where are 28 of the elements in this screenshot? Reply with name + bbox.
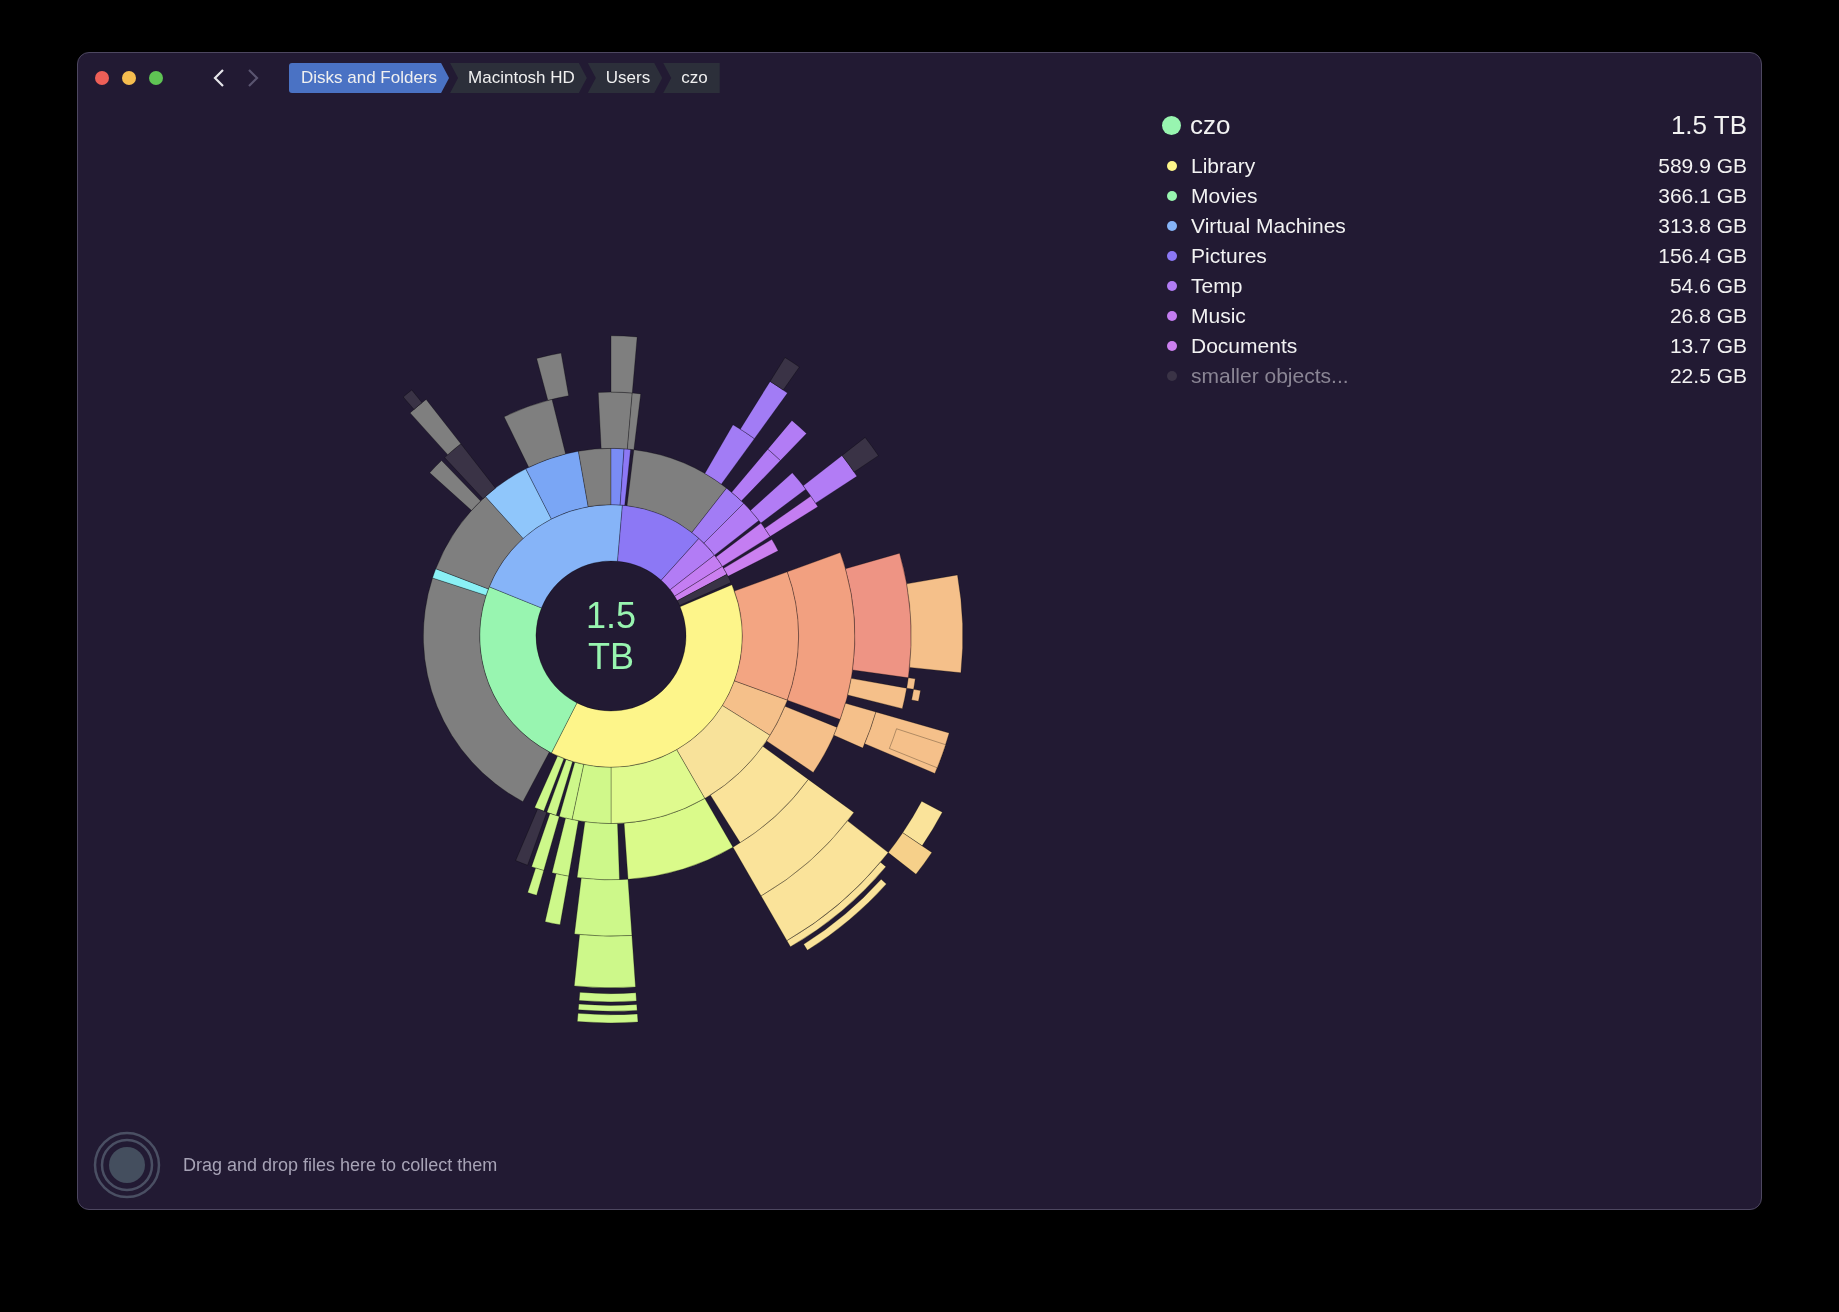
legend-item-name[interactable]: Pictures	[1191, 244, 1659, 268]
legend-item-name[interactable]: Temp	[1191, 274, 1670, 298]
zoom-button[interactable]	[149, 71, 163, 85]
legend-item-size: 54.6 GB	[1669, 274, 1747, 298]
legend-item-name[interactable]: Documents	[1191, 334, 1670, 358]
legend-item-name[interactable]: Virtual Machines	[1191, 214, 1659, 238]
folder-name: czo	[1190, 109, 1232, 141]
legend-item-name[interactable]: smaller objects...	[1191, 364, 1670, 388]
legend-item-size: 156.4 GB	[1658, 244, 1747, 268]
legend-item-size: 589.9 GB	[1658, 154, 1747, 178]
minimize-button[interactable]	[122, 71, 136, 85]
legend-item-name[interactable]: Movies	[1191, 184, 1659, 208]
close-button[interactable]	[95, 71, 109, 85]
folder-size: 1.5 TB	[1670, 109, 1747, 141]
legend-item-name[interactable]: Library	[1191, 154, 1659, 178]
legend-item-size: 13.7 GB	[1669, 334, 1747, 358]
legend-item-size: 26.8 GB	[1669, 304, 1747, 328]
legend-item-size: 22.5 GB	[1669, 364, 1747, 388]
breadcrumb-item[interactable]: Macintosh HD	[450, 63, 587, 93]
drop-hint: Drag and drop files here to collect them	[183, 1154, 498, 1176]
total-size-label: 1.5 TB	[584, 595, 637, 677]
legend-item-name[interactable]: Music	[1191, 304, 1670, 328]
legend-item-size: 366.1 GB	[1658, 184, 1747, 208]
legend-item-size: 313.8 GB	[1658, 214, 1747, 238]
back-chevron-icon[interactable]	[213, 68, 225, 88]
breadcrumb-item[interactable]: Disks and Folders	[289, 63, 450, 93]
breadcrumb-item[interactable]: Users	[587, 63, 663, 93]
breadcrumb-item[interactable]: czo	[663, 63, 720, 93]
